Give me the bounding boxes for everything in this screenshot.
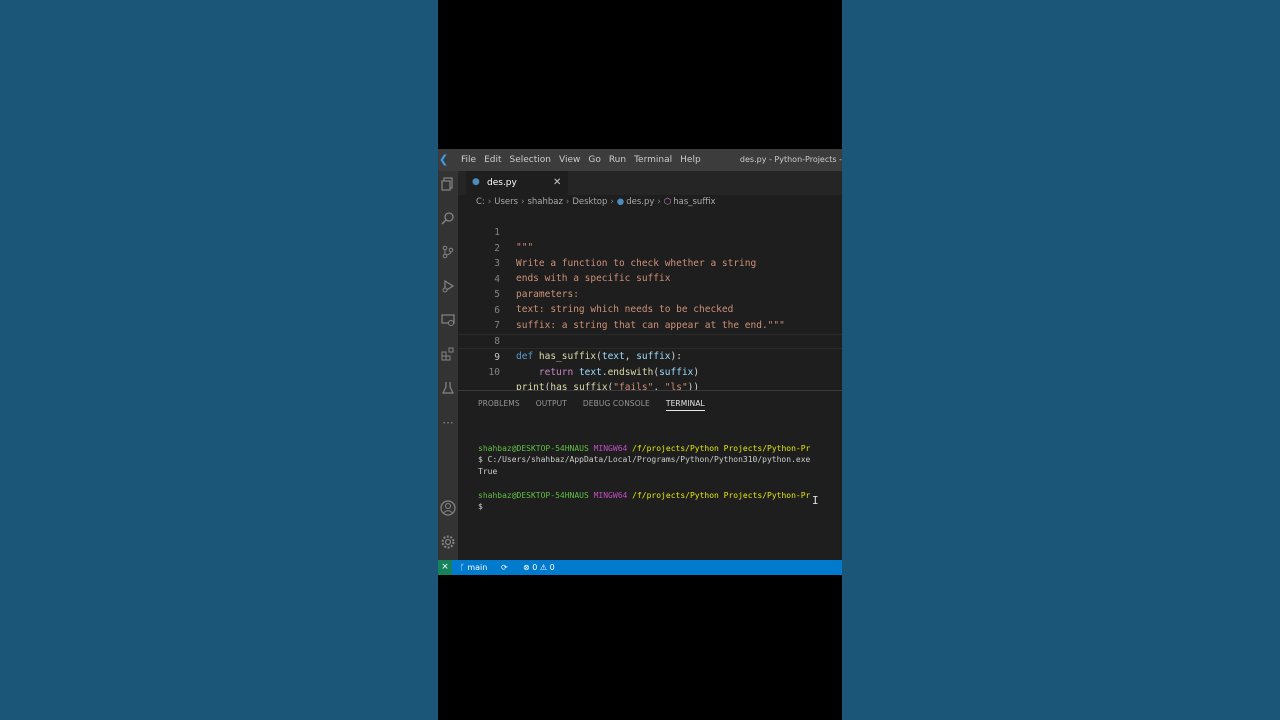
search-icon[interactable] <box>439 211 457 229</box>
video-frame: ❮ File Edit Selection View Go Run Termin… <box>438 0 842 720</box>
code-line: 6 suffix: a string that can appear at th… <box>458 288 842 331</box>
breadcrumb-item[interactable]: shahbaz <box>527 197 562 207</box>
breadcrumb-item[interactable]: des.py <box>626 197 654 207</box>
terminal-input-line[interactable]: $ <box>478 501 842 513</box>
bottom-panel: PROBLEMS OUTPUT DEBUG CONSOLE TERMINAL s… <box>458 390 842 561</box>
git-branch-icon: ᚴ <box>460 563 465 572</box>
terminal-path: /f/projects/Python Projects/Python-Pr <box>632 490 811 500</box>
breadcrumb-item[interactable]: C: <box>476 197 485 207</box>
background-left <box>0 0 438 720</box>
editor-tab-bar: ● des.py ✕ <box>458 171 842 195</box>
error-count: 0 <box>532 563 538 572</box>
terminal-user: shahbaz@DESKTOP-54HNAUS <box>478 443 589 453</box>
run-debug-icon[interactable] <box>439 279 457 297</box>
breadcrumb: C: › Users › shahbaz › Desktop › ● des.py › ⬡… <box>476 197 716 207</box>
remote-indicator-icon[interactable]: ⨯ <box>438 560 452 575</box>
menu-run[interactable]: Run <box>609 155 626 165</box>
breadcrumb-item[interactable]: Desktop <box>572 197 607 207</box>
tab-output[interactable]: OUTPUT <box>536 399 567 411</box>
code-line: 8 def has_suffix(text, suffix): <box>458 319 842 362</box>
terminal-env: MINGW64 <box>593 490 628 500</box>
warning-icon: ⚠ <box>539 563 548 572</box>
tab-label: des.py <box>487 178 517 188</box>
menu-edit[interactable]: Edit <box>484 155 501 165</box>
menu-selection[interactable]: Selection <box>510 155 551 165</box>
testing-icon[interactable] <box>439 381 457 399</box>
tab-terminal[interactable]: TERMINAL <box>665 399 705 411</box>
remote-explorer-icon[interactable] <box>439 313 457 331</box>
terminal-prompt-line: shahbaz@DESKTOP-54HNAUS MINGW64 /f/proje… <box>478 490 842 502</box>
code-editor[interactable]: 1 """ 2 Write a function to check whethe… <box>458 210 842 393</box>
terminal-prompt-line: shahbaz@DESKTOP-54HNAUS MINGW64 /f/proje… <box>478 443 842 455</box>
code-line: 10 print(has_suffix("fails", "ls")) <box>458 350 842 393</box>
text-cursor-icon: I <box>812 494 819 507</box>
function-symbol-icon: ⬡ <box>663 197 672 207</box>
terminal-env: MINGW64 <box>593 443 628 453</box>
menu-terminal[interactable]: Terminal <box>634 155 672 165</box>
background-right <box>842 0 1280 720</box>
window-title: des.py - Python-Projects - <box>739 155 842 164</box>
code-line: 7 <box>458 303 842 331</box>
python-file-icon: ● <box>472 177 480 187</box>
menu-go[interactable]: Go <box>588 155 600 165</box>
branch-name: main <box>467 563 488 572</box>
branch-indicator[interactable]: ᚴ main <box>460 560 487 575</box>
code-line: 3 ends with a specific suffix <box>458 241 842 284</box>
terminal-command: $ C:/Users/shahbaz/AppData/Local/Program… <box>478 455 811 465</box>
panel-tabs: PROBLEMS OUTPUT DEBUG CONSOLE TERMINAL <box>478 399 721 411</box>
menu-file[interactable]: File <box>461 155 476 165</box>
menu-bar: File Edit Selection View Go Run Terminal… <box>461 149 709 171</box>
vscode-window: ❮ File Edit Selection View Go Run Termin… <box>438 149 842 575</box>
code-line: 2 Write a function to check whether a st… <box>458 226 842 269</box>
python-file-icon: ● <box>616 197 625 207</box>
tab-des-py[interactable]: ● des.py ✕ <box>466 171 568 195</box>
code-text: return text.endswith(suffix) <box>538 367 700 378</box>
tab-debug-console[interactable]: DEBUG CONSOLE <box>583 399 650 411</box>
menu-view[interactable]: View <box>559 155 580 165</box>
terminal-user: shahbaz@DESKTOP-54HNAUS <box>478 490 589 500</box>
title-bar: ❮ File Edit Selection View Go Run Termin… <box>438 149 842 171</box>
code-line: 5 text: string which needs to be checked <box>458 272 842 315</box>
problems-indicator[interactable]: ⊗ 0 ⚠ 0 <box>523 560 555 575</box>
code-line: 1 """ <box>458 210 842 253</box>
status-bar: ⨯ ᚴ main ⟳ ⊗ 0 ⚠ 0 <box>438 560 842 575</box>
activity-bar: ··· <box>438 171 458 560</box>
more-icon[interactable]: ··· <box>439 414 457 432</box>
tab-problems[interactable]: PROBLEMS <box>478 399 520 411</box>
account-icon[interactable] <box>439 500 457 518</box>
code-line: 4 parameters: <box>458 257 842 300</box>
error-icon: ⊗ <box>523 563 530 572</box>
terminal[interactable]: shahbaz@DESKTOP-54HNAUS MINGW64 /f/proje… <box>478 431 842 536</box>
vscode-logo-icon: ❮ <box>439 153 449 166</box>
close-icon[interactable]: ✕ <box>553 177 561 188</box>
sync-icon[interactable]: ⟳ <box>501 560 508 575</box>
breadcrumb-item[interactable]: has_suffix <box>673 197 715 207</box>
warning-count: 0 <box>549 563 555 572</box>
terminal-path: /f/projects/Python Projects/Python-Pr <box>632 443 811 453</box>
source-control-icon[interactable] <box>439 245 457 263</box>
explorer-icon[interactable] <box>439 177 457 195</box>
terminal-output: True <box>478 467 498 477</box>
breadcrumb-item[interactable]: Users <box>494 197 518 207</box>
line-number: 10 <box>488 366 500 378</box>
settings-gear-icon[interactable] <box>439 534 457 552</box>
extensions-icon[interactable] <box>439 347 457 365</box>
menu-help[interactable]: Help <box>680 155 701 165</box>
current-code-line: 9 return text.endswith(suffix) <box>458 334 842 378</box>
